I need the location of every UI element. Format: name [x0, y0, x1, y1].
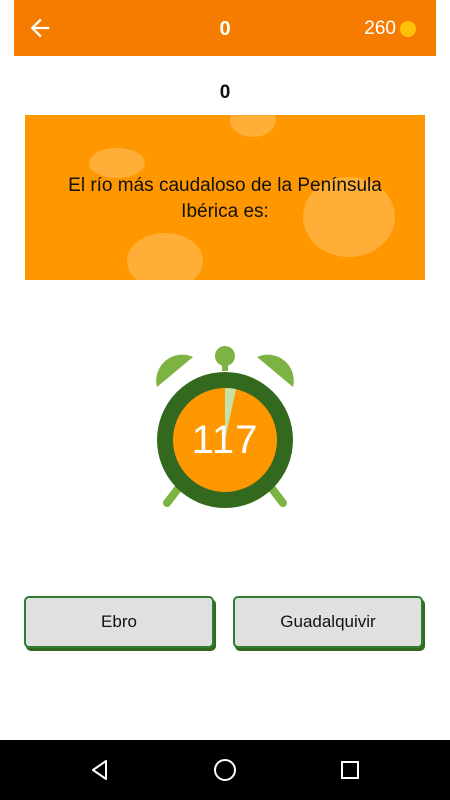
system-nav-bar: [0, 740, 450, 800]
nav-back-button[interactable]: [85, 755, 115, 785]
quiz-screen: 0 260 0 El río más caudaloso de la Penín…: [0, 0, 450, 800]
nav-home-button[interactable]: [210, 755, 240, 785]
coin-counter: 260: [364, 18, 416, 40]
right-bell: [257, 354, 294, 387]
nav-recents-icon: [341, 761, 359, 779]
question-card: El río más caudaloso de la Península Ibé…: [25, 115, 425, 280]
left-bell: [156, 354, 193, 387]
app-bar: 0 260: [14, 0, 436, 56]
decorative-bubble: [230, 115, 276, 137]
timer-value: 117: [191, 418, 259, 462]
decorative-bubble: [127, 233, 203, 280]
top-knob: [215, 346, 235, 366]
question-text: El río más caudaloso de la Península Ibé…: [68, 175, 382, 222]
answer-button-ebro[interactable]: Ebro: [24, 596, 214, 648]
answer-button-guadalquivir[interactable]: Guadalquivir: [233, 596, 423, 648]
coin-count: 260: [364, 18, 396, 39]
nav-home-icon: [214, 759, 236, 781]
nav-back-icon: [92, 760, 107, 780]
round-number: 0: [219, 82, 231, 103]
coin-icon: [400, 21, 416, 37]
countdown-timer: 117: [155, 345, 295, 510]
nav-recents-button[interactable]: [335, 755, 365, 785]
